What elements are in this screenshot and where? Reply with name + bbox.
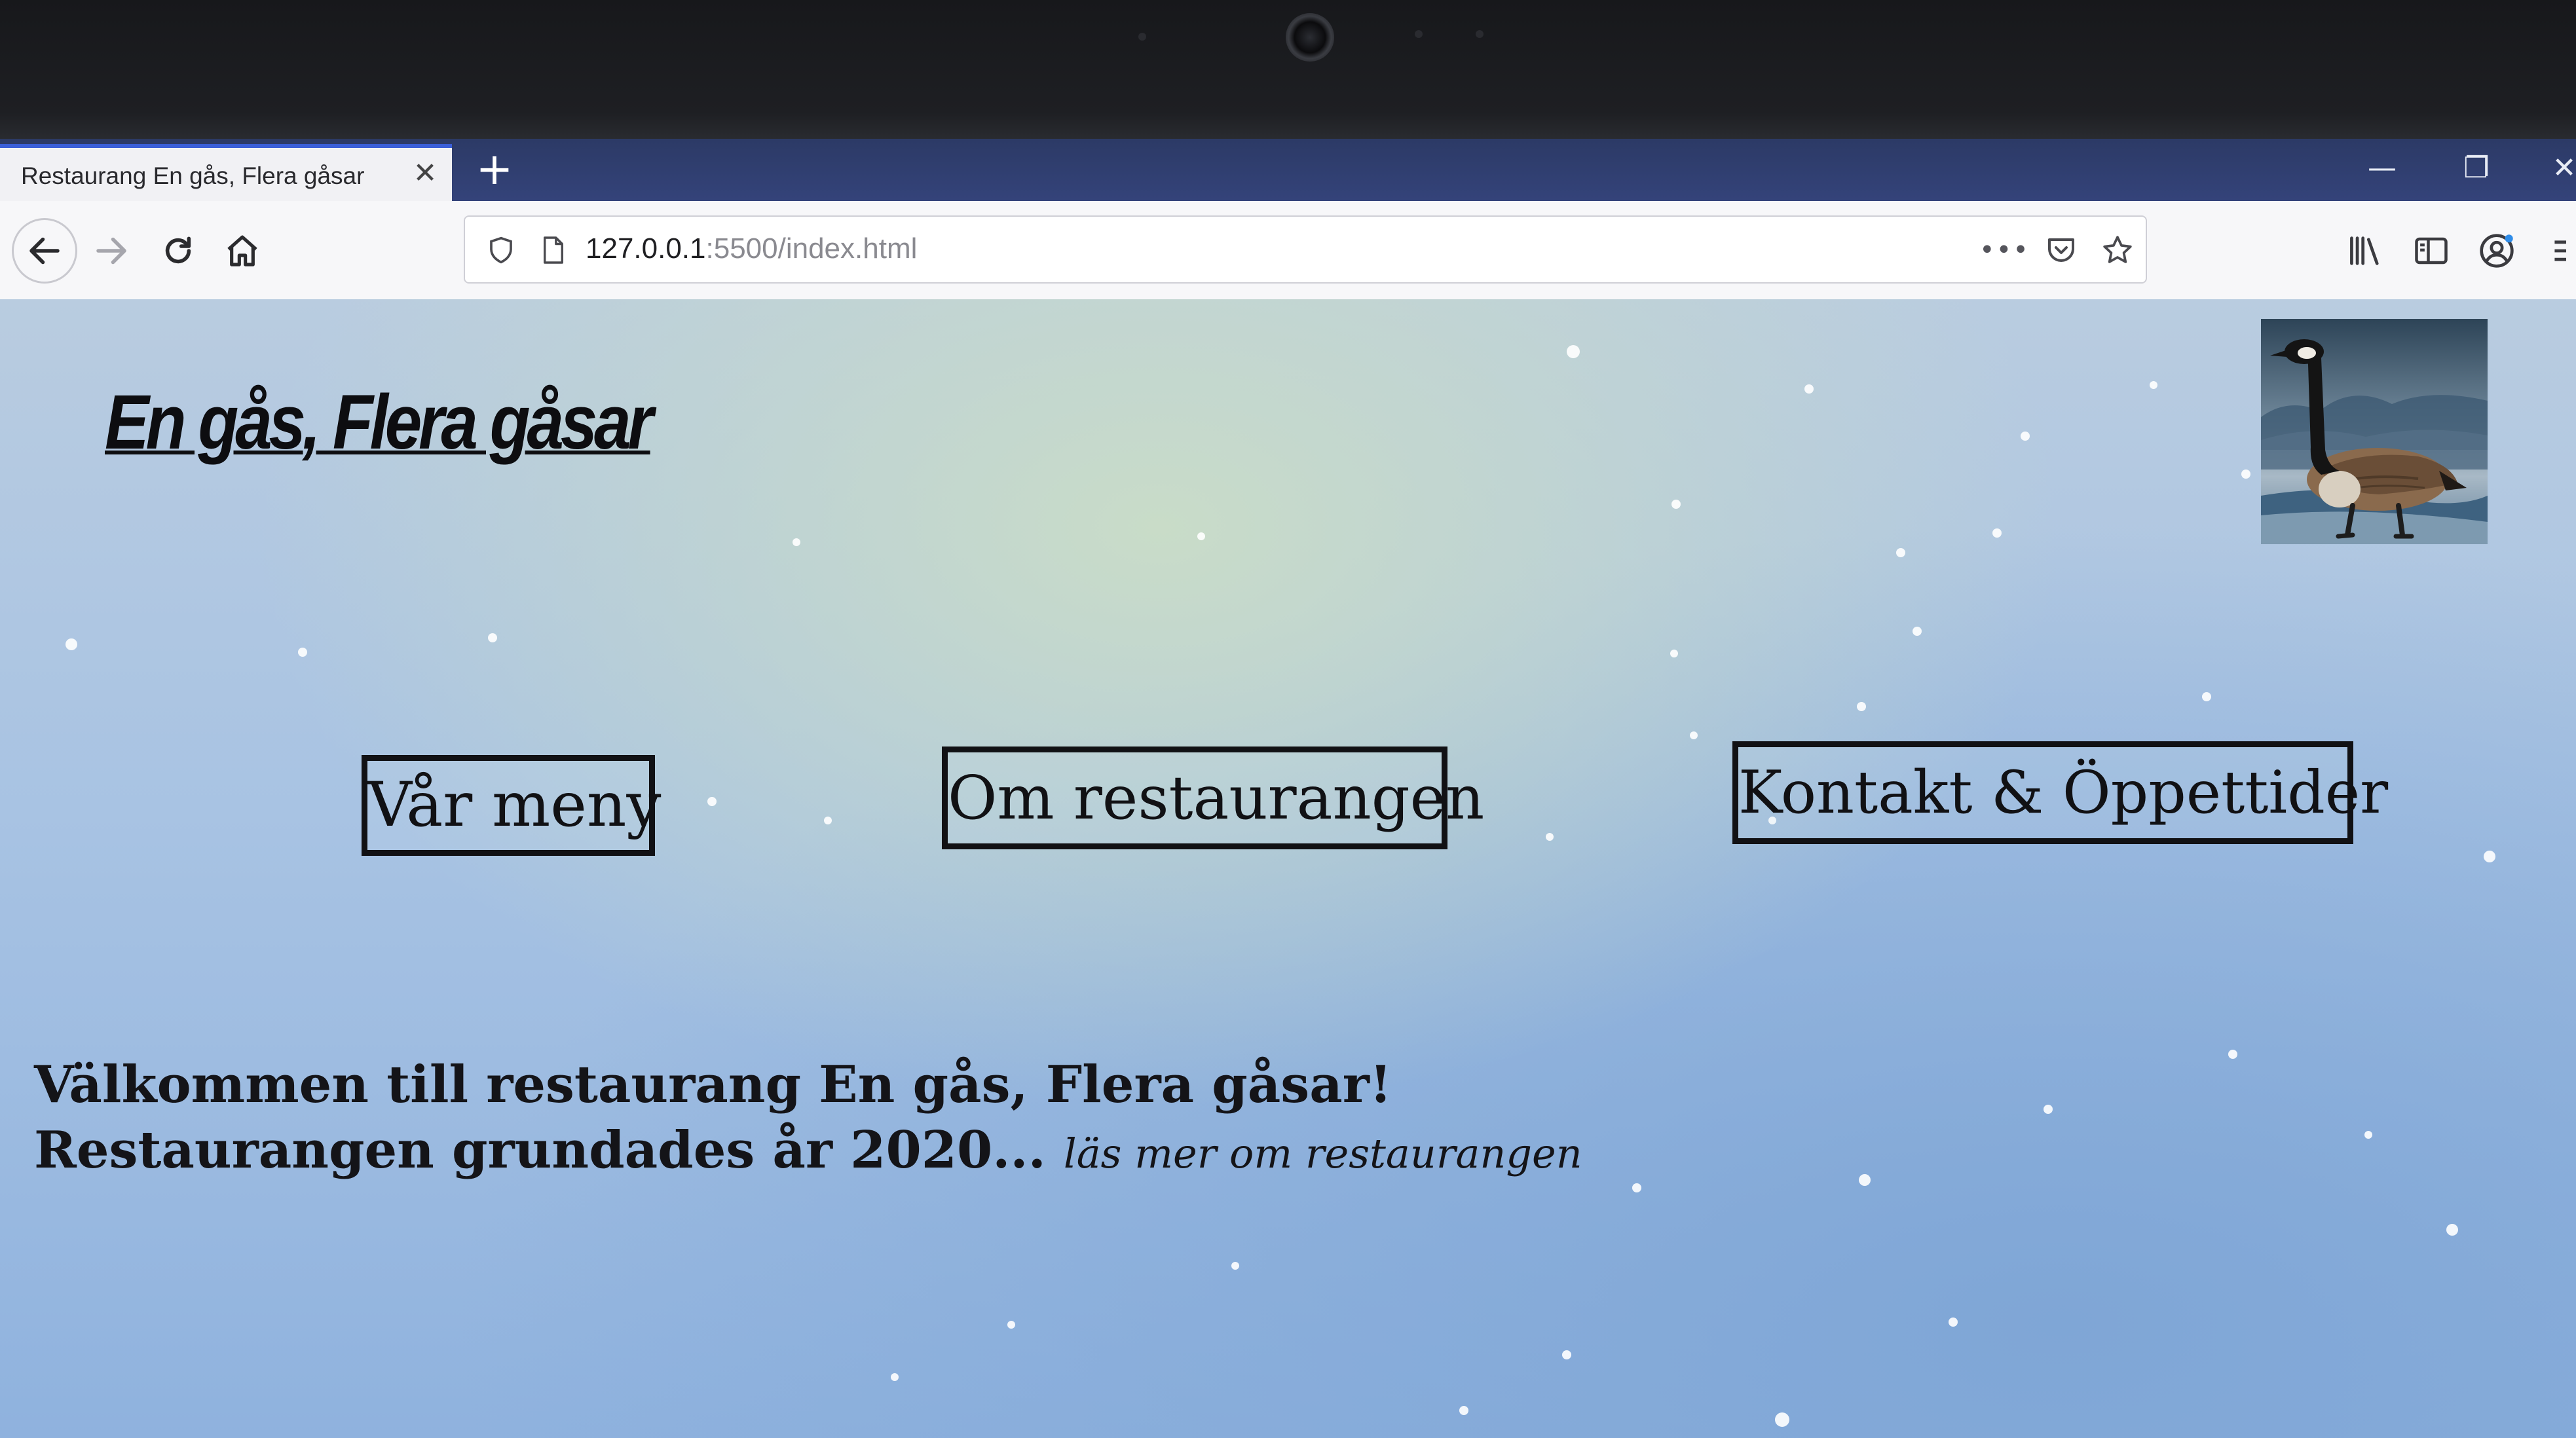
sidebar-shape xyxy=(2415,237,2448,265)
snowflake xyxy=(2021,432,2030,441)
sensor-dot xyxy=(1138,33,1146,41)
snowflake xyxy=(488,633,497,642)
sensor-dot xyxy=(1476,30,1484,38)
arrow-right-icon xyxy=(96,237,126,265)
nav-link-about[interactable]: Om restaurangen xyxy=(942,747,1484,849)
minimize-button[interactable]: — xyxy=(2353,145,2412,191)
close-window-button[interactable]: ✕ xyxy=(2535,145,2576,191)
pocket-icon[interactable] xyxy=(2038,227,2084,273)
snowflake xyxy=(1992,528,2002,538)
snowflake xyxy=(1896,548,1905,557)
snowflake xyxy=(1859,1174,1871,1186)
snowflake xyxy=(1913,627,1922,636)
snowflake xyxy=(2150,381,2157,389)
snowflake xyxy=(2364,1131,2372,1139)
browser-window: Restaurang En gås, Flera gåsar ✕ + — ❐ ✕ xyxy=(0,139,2576,1438)
snowflake xyxy=(1949,1318,1958,1327)
menu-shape xyxy=(2554,240,2566,261)
account-icon[interactable] xyxy=(2464,218,2529,284)
snowflake xyxy=(2202,692,2211,701)
snowflake xyxy=(2484,851,2495,862)
tab-title: Restaurang En gås, Flera gåsar xyxy=(21,162,365,189)
page-icon[interactable] xyxy=(531,227,576,273)
snowflake xyxy=(65,638,77,650)
url-path: :5500/index.html xyxy=(705,232,918,265)
shield-icon[interactable] xyxy=(478,227,524,273)
nav-link-menu[interactable]: Vår meny xyxy=(362,755,662,856)
webcam xyxy=(1286,13,1334,62)
pocket-shape xyxy=(2048,238,2074,262)
restore-button[interactable]: ❐ xyxy=(2447,145,2506,191)
sidebar-icon[interactable] xyxy=(2399,218,2464,284)
snowflake xyxy=(1562,1350,1571,1359)
sensor-dot xyxy=(1415,30,1423,38)
goose-logo xyxy=(2261,319,2488,544)
snowflake xyxy=(1690,731,1698,739)
account-shape xyxy=(2480,234,2514,268)
snowflake xyxy=(891,1373,899,1381)
snowflake xyxy=(1459,1406,1468,1415)
welcome-text: Välkommen till restaurang En gås, Flera … xyxy=(34,1052,1582,1187)
snowflake xyxy=(2446,1224,2458,1236)
snowflake xyxy=(1804,384,1814,394)
snowflake xyxy=(1567,345,1580,358)
address-bar[interactable]: 127.0.0.1:5500/index.html ••• xyxy=(464,215,2147,284)
snowflake xyxy=(824,817,832,824)
snowflake xyxy=(298,648,307,657)
reload-icon xyxy=(165,236,191,264)
library-icon[interactable] xyxy=(2333,218,2399,284)
forward-button[interactable] xyxy=(79,218,144,284)
snowflake xyxy=(2044,1105,2053,1114)
shield-shape xyxy=(490,236,512,264)
snowflake xyxy=(2228,1050,2237,1059)
snowflake xyxy=(1231,1262,1239,1270)
arrow-left-icon xyxy=(29,237,60,265)
library-shape xyxy=(2350,236,2379,265)
new-tab-button[interactable]: + xyxy=(472,147,517,193)
url-host: 127.0.0.1 xyxy=(586,232,706,265)
founded-line: Restaurangen grundades år 2020... läs me… xyxy=(34,1118,1582,1187)
bookmark-star-icon[interactable] xyxy=(2095,227,2140,273)
snowflake xyxy=(1857,702,1866,711)
read-more-link[interactable]: läs mer om restaurangen xyxy=(1064,1130,1582,1177)
laptop-bezel xyxy=(0,0,2576,141)
snowflake xyxy=(1197,532,1205,540)
menu-icon[interactable] xyxy=(2541,218,2576,284)
page-actions-icon[interactable]: ••• xyxy=(1979,227,2028,273)
reload-button[interactable] xyxy=(145,218,211,284)
snowflake xyxy=(793,538,800,546)
founded-text: Restaurangen grundades år 2020... xyxy=(34,1120,1046,1180)
tab-close-icon[interactable]: ✕ xyxy=(409,157,441,190)
snowflake xyxy=(1670,650,1678,657)
snowflake xyxy=(1671,500,1681,509)
snowflake xyxy=(707,797,717,806)
back-button[interactable] xyxy=(12,218,77,284)
active-tab[interactable]: Restaurang En gås, Flera gåsar ✕ xyxy=(0,144,452,201)
canada-goose-icon xyxy=(2261,319,2488,544)
snowflake xyxy=(1632,1183,1641,1192)
snowflake xyxy=(2241,470,2250,479)
snowflake xyxy=(1775,1412,1789,1427)
home-icon xyxy=(227,235,257,267)
url-text[interactable]: 127.0.0.1:5500/index.html xyxy=(586,232,917,265)
snowflake xyxy=(1007,1321,1015,1329)
web-page: En gås, Flera gåsar Vår meny Om restaura… xyxy=(0,299,2576,1438)
snowflake xyxy=(1546,833,1554,841)
star-shape xyxy=(2103,236,2132,263)
page-shape xyxy=(543,236,564,264)
nav-link-contact-hours[interactable]: Kontakt & Öppettider xyxy=(1732,741,2388,844)
home-button[interactable] xyxy=(210,218,275,284)
tab-strip: Restaurang En gås, Flera gåsar ✕ + — ❐ ✕ xyxy=(0,139,2576,201)
site-title[interactable]: En gås, Flera gåsar xyxy=(105,378,654,467)
navigation-toolbar: 127.0.0.1:5500/index.html ••• xyxy=(0,201,2576,301)
welcome-heading: Välkommen till restaurang En gås, Flera … xyxy=(34,1055,1392,1115)
